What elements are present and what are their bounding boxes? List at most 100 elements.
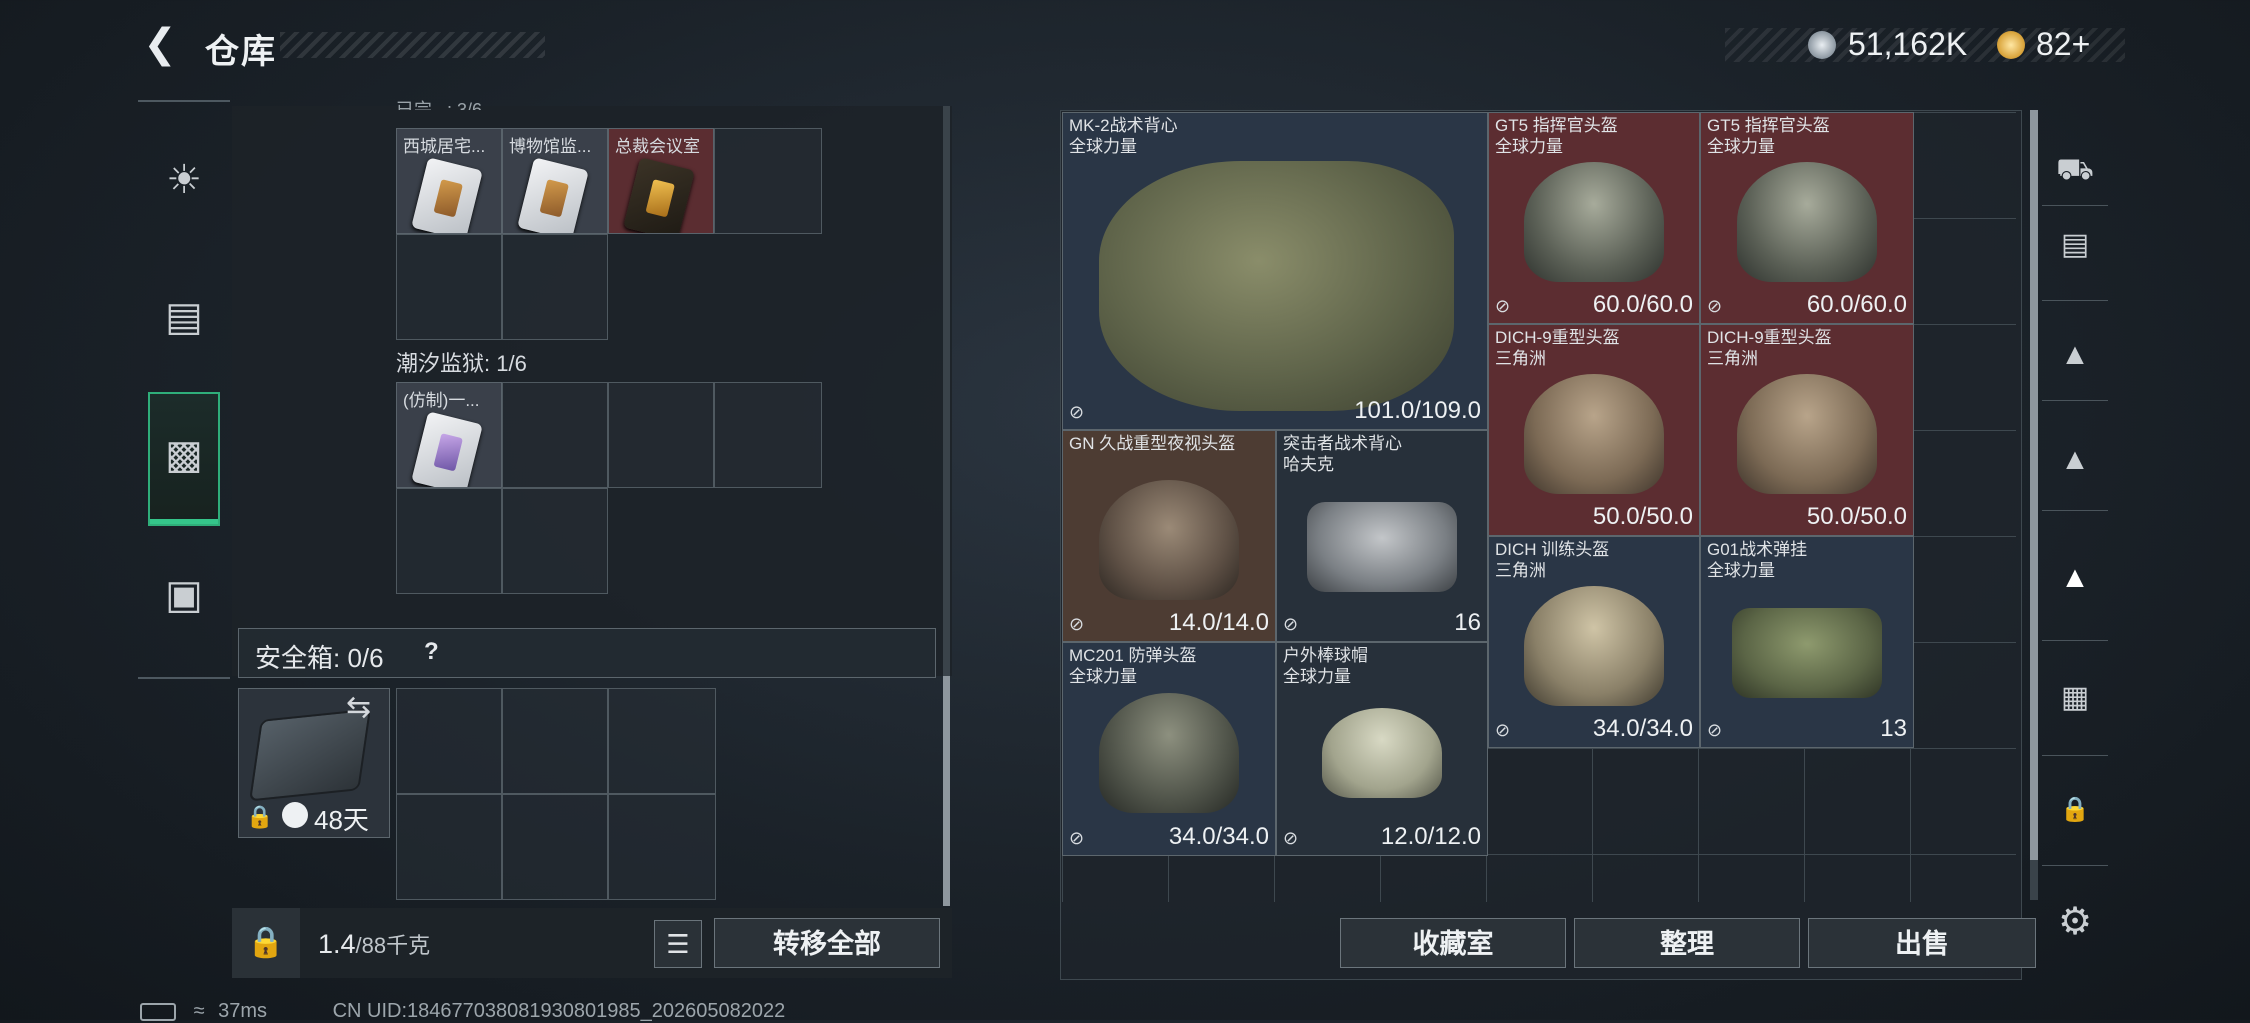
grid-item-helmet[interactable]: GT5 指挥官头盔 全球力量 ⊘ 60.0/60.0 <box>1700 112 1914 324</box>
item-durability: 14.0/14.0 <box>1168 609 1269 636</box>
right-scrollbar-thumb[interactable] <box>2030 110 2038 860</box>
armor-slot-icon-active[interactable]: ▲ <box>2045 548 2105 608</box>
bond-icon <box>1997 31 2025 59</box>
cap-image <box>1322 708 1442 799</box>
grid-item-helmet[interactable]: DICH-9重型头盔 三角洲 50.0/50.0 <box>1488 324 1700 536</box>
no-repair-icon: ⊘ <box>1283 614 1299 634</box>
no-repair-icon: ⊘ <box>1707 720 1723 740</box>
left-scrollbar-thumb[interactable] <box>943 676 950 906</box>
organize-button[interactable]: 整理 <box>1574 918 1800 968</box>
bond-balance[interactable]: 82+ <box>2036 26 2090 63</box>
item-faction: 全球力量 <box>1069 137 1137 156</box>
helmet-image <box>1737 162 1877 283</box>
item-durability: 50.0/50.0 <box>1806 503 1907 530</box>
no-repair-icon: ⊘ <box>1069 402 1085 422</box>
section-label: 已完...: 3/6 <box>396 100 483 110</box>
no-repair-icon: ⊘ <box>1069 828 1085 848</box>
item-durability: 60.0/60.0 <box>1806 291 1907 318</box>
no-repair-icon: ⊘ <box>1707 296 1723 316</box>
coin-balance: 51,162K <box>1848 26 1968 62</box>
grid-item-cap[interactable]: 户外棒球帽全球力量 ⊘ 12.0/12.0 <box>1276 642 1488 856</box>
item-name: DICH-9重型头盔 <box>1707 328 1832 347</box>
left-scrollbar[interactable] <box>943 106 950 676</box>
no-repair-icon: ⊘ <box>1495 296 1511 316</box>
no-repair-icon: ⊘ <box>1495 720 1511 740</box>
helmet-image <box>1524 586 1664 707</box>
keycard-item[interactable]: 总裁会议室 <box>608 128 714 234</box>
helmet-slot-icon[interactable]: ⛟ <box>2045 140 2105 200</box>
item-name: DICH 训练头盔 <box>1495 540 1610 559</box>
no-repair-icon: ⊘ <box>1069 614 1085 634</box>
item-faction: 三角洲 <box>1707 349 1758 368</box>
lock-button[interactable]: 🔒 <box>232 908 300 978</box>
item-name: GT5 指挥官头盔 <box>1707 116 1830 135</box>
coin-icon <box>1808 31 1836 59</box>
title-decoration <box>280 32 545 58</box>
battery-icon <box>140 1002 176 1021</box>
item-faction: 全球力量 <box>1495 137 1563 156</box>
page-title: 仓库 <box>205 33 277 71</box>
pistol-icon[interactable]: ☀ <box>138 145 230 215</box>
helmet-image <box>1524 374 1664 495</box>
grid-item-helmet[interactable]: GN 久战重型夜视头盔 ⊘ 14.0/14.0 <box>1062 430 1276 642</box>
item-name: 突击者战术背心 <box>1283 434 1402 453</box>
item-durability: 12.0/12.0 <box>1380 823 1481 850</box>
weight-max: /88千克 <box>355 933 431 958</box>
no-repair-icon: ⊘ <box>1283 828 1299 848</box>
grid-item-vest[interactable]: MK-2战术背心 全球力量 ⊘ 101.0/109.0 <box>1062 112 1488 430</box>
item-faction: 全球力量 <box>1283 667 1351 686</box>
item-durability: 34.0/34.0 <box>1592 715 1693 742</box>
armor-slot-icon[interactable]: ▤ <box>2045 215 2105 275</box>
item-name: 户外棒球帽 <box>1283 646 1368 665</box>
clock-icon <box>282 802 308 828</box>
grid-item-helmet[interactable]: DICH-9重型头盔 三角洲 50.0/50.0 <box>1700 324 1914 536</box>
item-faction: 三角洲 <box>1495 349 1546 368</box>
wifi-icon: ≈ <box>193 1000 205 1022</box>
item-name: DICH-9重型头盔 <box>1495 328 1620 347</box>
item-name: GN 久战重型夜视头盔 <box>1069 434 1236 453</box>
vest-icon[interactable]: ▩ <box>138 420 230 490</box>
grid-item-helmet[interactable]: MC201 防弹头盔 全球力量 ⊘ 34.0/34.0 <box>1062 642 1276 856</box>
grid-item-rig[interactable]: 突击者战术背心 哈夫克 ⊘ 16 <box>1276 430 1488 642</box>
toolbox-icon[interactable]: ▣ <box>138 560 230 630</box>
ping-text: 37ms <box>218 1000 268 1022</box>
rig-image <box>1307 501 1457 592</box>
collection-room-button[interactable]: 收藏室 <box>1340 918 1566 968</box>
armor-slot-icon[interactable]: ▲ <box>2045 325 2105 385</box>
backpack-icon[interactable]: ▤ <box>138 282 230 352</box>
item-faction: 三角洲 <box>1495 561 1546 580</box>
sell-button[interactable]: 出售 <box>1808 918 2036 968</box>
uid-text: CN UID:184677038081930801985_20260508202… <box>332 1000 786 1022</box>
item-name: GT5 指挥官头盔 <box>1495 116 1618 135</box>
keycard-item[interactable]: (仿制)一... <box>396 382 502 488</box>
transfer-all-button[interactable]: 转移全部 <box>714 918 940 968</box>
helmet-image <box>1737 374 1877 495</box>
armor-slot-icon[interactable]: ▦ <box>2045 668 2105 728</box>
grid-item-helmet[interactable]: GT5 指挥官头盔 全球力量 ⊘ 60.0/60.0 <box>1488 112 1700 324</box>
item-faction: 哈夫克 <box>1283 455 1334 474</box>
grid-item-rig[interactable]: G01战术弹挂 全球力量 ⊘ 13 <box>1700 536 1914 748</box>
swap-icon[interactable]: ⇆ <box>346 690 371 725</box>
vest-image <box>1099 161 1454 411</box>
grid-item-helmet[interactable]: DICH 训练头盔 三角洲 ⊘ 34.0/34.0 <box>1488 536 1700 748</box>
item-capacity: 13 <box>1880 715 1907 742</box>
keycard-icon <box>517 157 589 233</box>
item-capacity: 16 <box>1454 609 1481 636</box>
keycard-item[interactable]: 西城居宅... <box>396 128 502 234</box>
keycard-item[interactable]: 博物馆监... <box>502 128 608 234</box>
section-label: 潮汐监狱: 1/6 <box>396 351 527 376</box>
item-durability: 50.0/50.0 <box>1592 503 1693 530</box>
helmet-image <box>1524 162 1664 283</box>
list-view-button[interactable]: ☰ <box>654 920 702 968</box>
helmet-image <box>1099 480 1239 601</box>
item-faction: 全球力量 <box>1707 137 1775 156</box>
item-durability: 101.0/109.0 <box>1354 397 1481 424</box>
armor-slot-icon[interactable]: ▲ <box>2045 430 2105 490</box>
keycard-icon <box>411 157 483 233</box>
item-durability: 60.0/60.0 <box>1592 291 1693 318</box>
safebox-label: 安全箱: 0/6 <box>255 643 384 673</box>
keycard-icon <box>411 411 483 487</box>
help-icon[interactable]: ? <box>424 638 439 666</box>
gear-icon[interactable]: ⚙ <box>2045 892 2105 952</box>
back-arrow-icon[interactable]: ❮ <box>138 22 182 66</box>
